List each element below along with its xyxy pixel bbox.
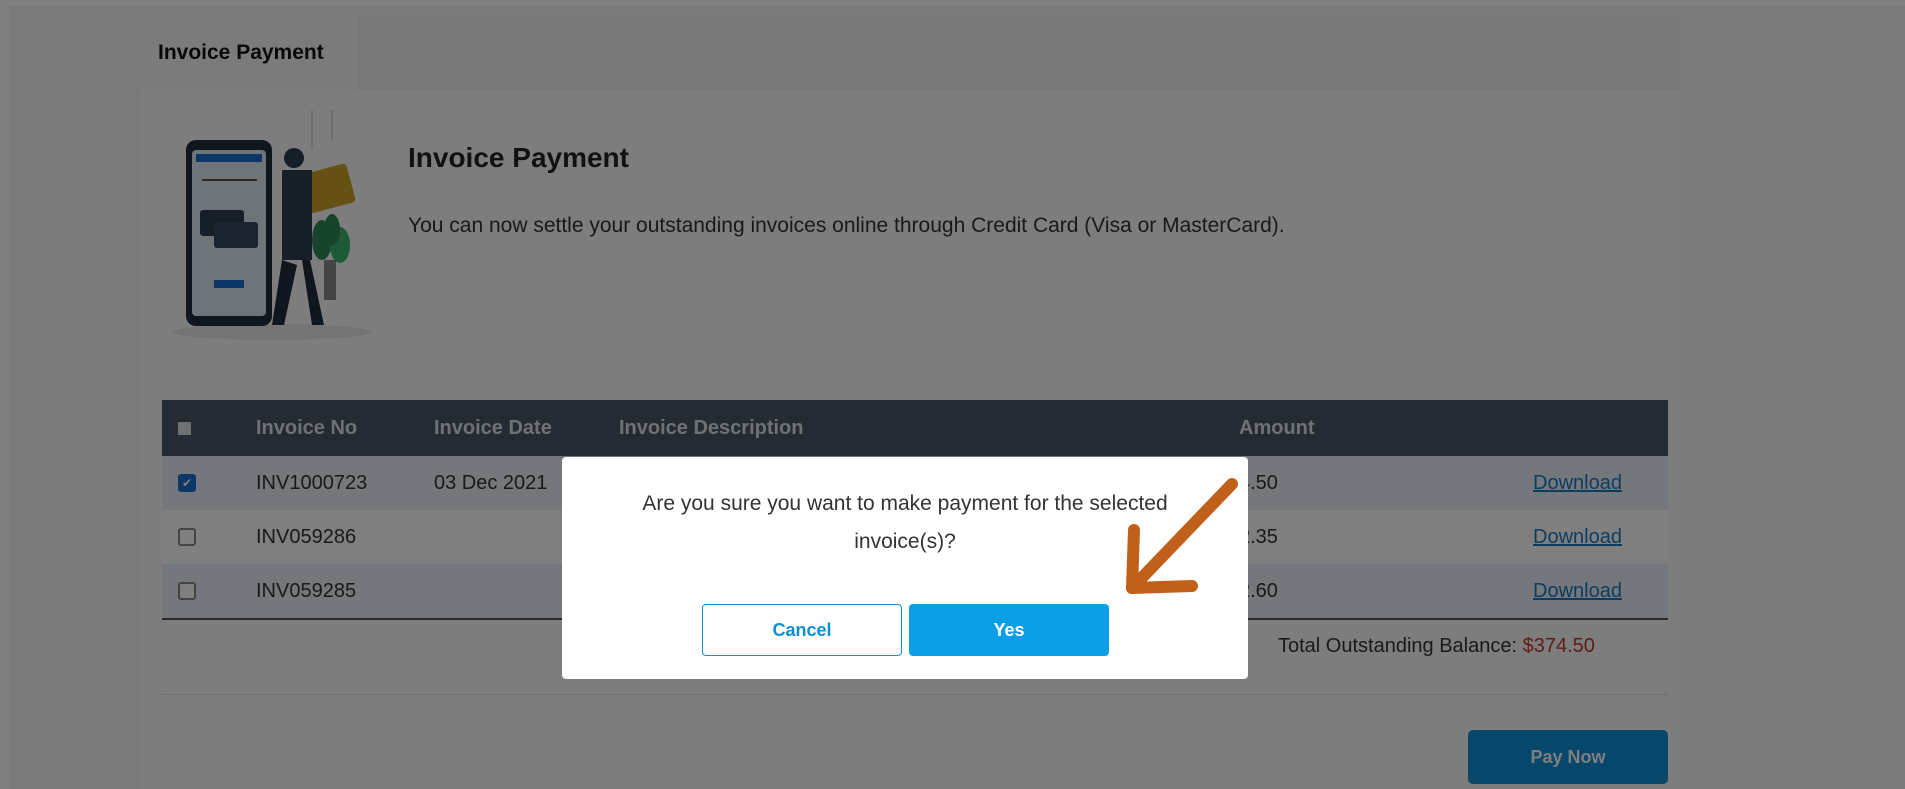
annotation-arrow-icon: [1126, 478, 1238, 594]
yes-button[interactable]: Yes: [909, 604, 1109, 656]
cancel-button[interactable]: Cancel: [702, 604, 902, 656]
